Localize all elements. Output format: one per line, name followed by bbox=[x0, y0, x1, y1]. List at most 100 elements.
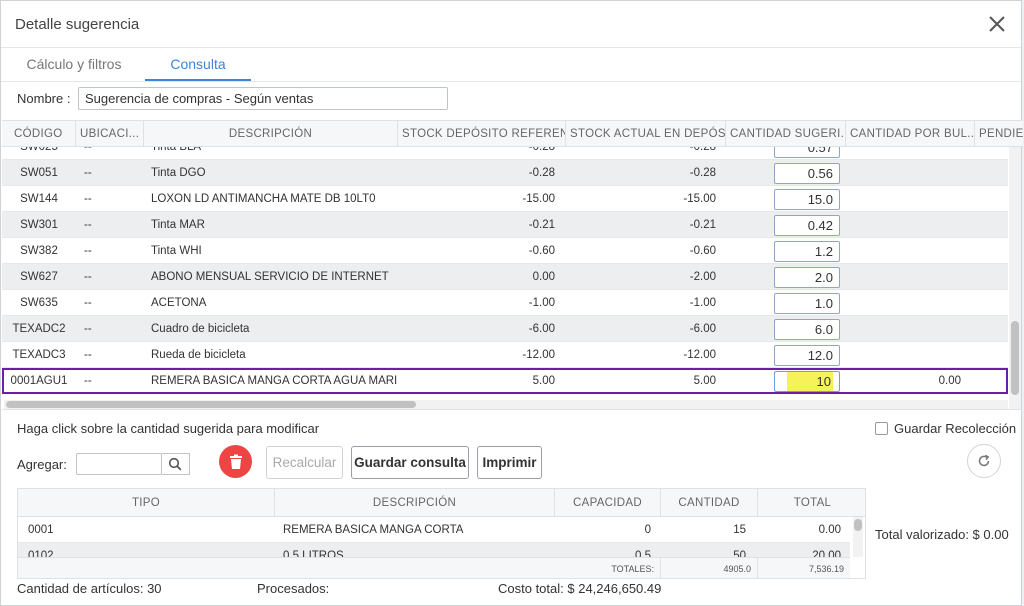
imprimir-button[interactable]: Imprimir bbox=[477, 446, 542, 479]
col-cantidad-bulto[interactable]: CANTIDAD POR BUL... bbox=[846, 121, 975, 147]
cantidad-sugerida-input[interactable]: 6.0 bbox=[774, 319, 840, 340]
table-row[interactable]: 0001AGU1 -- REMERA BASICA MANGA CORTA AGUA… bbox=[2, 368, 1008, 394]
cantidad-sugerida-value: 0.57 bbox=[807, 147, 833, 155]
cell-cantidad-bulto: 0.00 bbox=[938, 375, 961, 387]
cantidad-sugerida-input[interactable]: 15.0 bbox=[774, 189, 840, 210]
table-row[interactable]: TEXADC2 -- Cuadro de bicicleta -6.00 -6.00 6.… bbox=[2, 316, 1008, 342]
table-row[interactable]: SW025 -- Tinta BLA -0.28 -0.28 0.57 bbox=[2, 147, 1008, 160]
cell-ubicacion: -- bbox=[84, 147, 92, 153]
cantidad-sugerida-input[interactable]: 10 bbox=[774, 371, 840, 392]
agregar-input[interactable] bbox=[75, 453, 162, 475]
recalcular-button[interactable]: Recalcular bbox=[266, 446, 343, 479]
cantidad-sugerida-input[interactable]: 12.0 bbox=[774, 345, 840, 366]
search-icon bbox=[169, 457, 182, 471]
cell-stock-actual: -0.28 bbox=[689, 167, 716, 179]
cell-cantidad-bulto bbox=[846, 264, 961, 290]
sub-col-cantidad[interactable]: CANTIDAD bbox=[661, 489, 758, 517]
cantidad-sugerida-input[interactable]: 1.0 bbox=[774, 293, 840, 314]
cell-ubicacion: -- bbox=[84, 193, 92, 205]
scrollbar-thumb[interactable] bbox=[854, 519, 862, 531]
cell-descripcion: ABONO MENSUAL SERVICIO DE INTERNET bbox=[151, 271, 389, 283]
name-label: Nombre : bbox=[17, 91, 71, 106]
col-cantidad-sugerida[interactable]: CANTIDAD SUGERI... bbox=[726, 121, 846, 147]
cell-cantidad-bulto bbox=[846, 147, 961, 160]
tab-consulta[interactable]: Consulta bbox=[145, 48, 251, 81]
cantidad-sugerida-value: 6.0 bbox=[814, 322, 833, 337]
suggestion-grid: CÓDIGO UBICACI... DESCRIPCIÓN STOCK DEPÓ… bbox=[2, 120, 1023, 410]
name-input[interactable] bbox=[78, 87, 448, 110]
cell-codigo: 0001AGU1 bbox=[10, 375, 68, 387]
table-row[interactable]: SW144 -- LOXON LD ANTIMANCHA MATE DB 10LT0… bbox=[2, 186, 1008, 212]
close-icon[interactable] bbox=[987, 14, 1007, 34]
cell-descripcion: REMERA BASICA MANGA CORTA AGUA MARINA bbox=[151, 375, 398, 387]
col-stock-referencia[interactable]: STOCK DEPÓSITO REFEREN... bbox=[398, 121, 566, 147]
col-codigo[interactable]: CÓDIGO bbox=[2, 121, 76, 147]
packaging-header: TIPO DESCRIPCIÓN CAPACIDAD CANTIDAD TOTA… bbox=[18, 489, 865, 517]
sub-cell-tipo: 0001 bbox=[28, 524, 54, 536]
cell-descripcion: LOXON LD ANTIMANCHA MATE DB 10LT0 bbox=[151, 193, 376, 205]
cell-stock-actual: -15.00 bbox=[683, 193, 716, 205]
table-row[interactable]: SW382 -- Tinta WHI -0.60 -0.60 1.2 bbox=[2, 238, 1008, 264]
table-row[interactable]: SW627 -- ABONO MENSUAL SERVICIO DE INTERNE… bbox=[2, 264, 1008, 290]
grid-vertical-scrollbar[interactable] bbox=[1009, 147, 1021, 409]
cell-stock-actual: -2.00 bbox=[689, 271, 716, 283]
cell-ubicacion: -- bbox=[84, 271, 92, 283]
guardar-consulta-button[interactable]: Guardar consulta bbox=[351, 446, 469, 479]
cell-cantidad-bulto bbox=[846, 290, 961, 316]
cantidad-sugerida-value: 10 bbox=[787, 372, 833, 391]
cell-cantidad-bulto bbox=[846, 212, 961, 238]
cell-codigo: SW635 bbox=[20, 297, 58, 309]
cantidad-sugerida-input[interactable]: 0.57 bbox=[774, 147, 840, 158]
sub-col-total[interactable]: TOTAL bbox=[758, 489, 865, 517]
cell-stock-referencia: -12.00 bbox=[522, 349, 555, 361]
packaging-row[interactable]: 0001 REMERA BASICA MANGA CORTA 0 15 0.00 bbox=[18, 517, 850, 543]
col-stock-actual[interactable]: STOCK ACTUAL EN DEPÓSI... bbox=[566, 121, 726, 147]
totals-label: TOTALES: bbox=[18, 558, 661, 578]
sub-col-tipo[interactable]: TIPO bbox=[18, 489, 275, 517]
cantidad-sugerida-input[interactable]: 2.0 bbox=[774, 267, 840, 288]
cell-ubicacion: -- bbox=[84, 375, 92, 387]
procesados-label: Procesados: bbox=[257, 581, 330, 596]
refresh-button[interactable] bbox=[967, 444, 1001, 478]
cell-codigo: SW051 bbox=[20, 167, 58, 179]
scrollbar-thumb[interactable] bbox=[1011, 321, 1019, 395]
guardar-recoleccion-checkbox[interactable] bbox=[875, 422, 888, 435]
sub-cell-capacidad: 0 bbox=[644, 524, 651, 536]
col-pendiente[interactable]: PENDIE... bbox=[975, 121, 1023, 147]
col-ubicacion[interactable]: UBICACI... bbox=[76, 121, 144, 147]
table-row[interactable]: SW051 -- Tinta DGO -0.28 -0.28 0.56 bbox=[2, 160, 1008, 186]
cantidad-sugerida-input[interactable]: 0.56 bbox=[774, 163, 840, 184]
cell-ubicacion: -- bbox=[84, 323, 92, 335]
cell-stock-referencia: -15.00 bbox=[522, 193, 555, 205]
cell-stock-referencia: -0.60 bbox=[528, 245, 555, 257]
guardar-recoleccion-label: Guardar Recolección bbox=[894, 421, 1017, 436]
grid-horizontal-scrollbar[interactable] bbox=[4, 400, 1008, 409]
table-row[interactable]: SW301 -- Tinta MAR -0.21 -0.21 0.42 bbox=[2, 212, 1008, 238]
col-descripcion[interactable]: DESCRIPCIÓN bbox=[144, 121, 398, 147]
cell-stock-referencia: -0.28 bbox=[528, 147, 555, 153]
cell-cantidad-bulto bbox=[846, 316, 961, 342]
table-row[interactable]: TEXADC3 -- Rueda de bicicleta -12.00 -12.00 1… bbox=[2, 342, 1008, 368]
cantidad-sugerida-input[interactable]: 0.42 bbox=[774, 215, 840, 236]
scrollbar-thumb[interactable] bbox=[6, 401, 416, 408]
search-button[interactable] bbox=[161, 453, 190, 475]
cell-codigo: SW144 bbox=[20, 193, 58, 205]
sub-cell-cantidad: 15 bbox=[733, 524, 746, 536]
refresh-icon bbox=[978, 454, 990, 467]
packaging-scrollbar[interactable] bbox=[853, 517, 863, 557]
agregar-label: Agregar: bbox=[17, 456, 67, 472]
tab-calculo-filtros[interactable]: Cálculo y filtros bbox=[15, 48, 133, 81]
table-row[interactable]: SW635 -- ACETONA -1.00 -1.00 1.0 bbox=[2, 290, 1008, 316]
totals-row: TOTALES: 4905.0 7,536.19 bbox=[18, 557, 850, 578]
cell-stock-actual: -0.28 bbox=[689, 147, 716, 153]
cell-codigo: SW627 bbox=[20, 271, 58, 283]
sub-col-capacidad[interactable]: CAPACIDAD bbox=[555, 489, 661, 517]
cell-descripcion: Cuadro de bicicleta bbox=[151, 323, 250, 335]
sub-col-descripcion[interactable]: DESCRIPCIÓN bbox=[275, 489, 555, 517]
cell-stock-referencia: -1.00 bbox=[528, 297, 555, 309]
guardar-recoleccion-toggle[interactable]: Guardar Recolección bbox=[875, 421, 1016, 436]
suggestion-detail-dialog: Detalle sugerencia Cálculo y filtros Con… bbox=[0, 0, 1023, 606]
delete-button[interactable] bbox=[219, 445, 252, 478]
cantidad-sugerida-input[interactable]: 1.2 bbox=[774, 241, 840, 262]
cell-stock-actual: -12.00 bbox=[683, 349, 716, 361]
